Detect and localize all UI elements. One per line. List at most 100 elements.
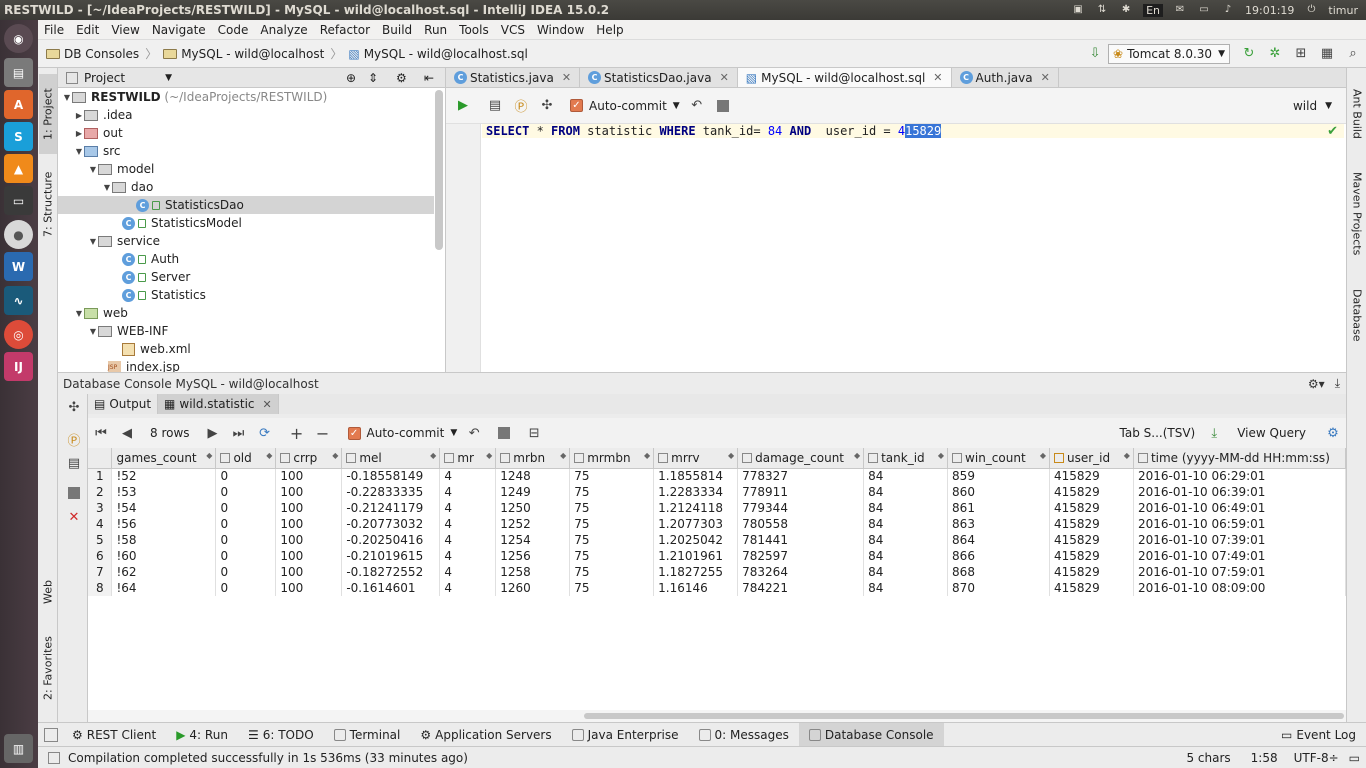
table-cell[interactable]: 781441 [737, 532, 865, 548]
breadcrumb-db-consoles[interactable]: DB Consoles [38, 47, 143, 61]
settings-icon[interactable]: ✣ [63, 396, 85, 418]
tree-node-server[interactable]: C Server [122, 268, 190, 286]
tool-tab-application-servers[interactable]: ⚙ Application Servers [410, 723, 561, 747]
tab-wild-statistic[interactable]: ▦ wild.statistic ✕ [158, 394, 279, 414]
table-cell[interactable]: 783264 [737, 564, 865, 580]
table-cell[interactable]: 0 [215, 468, 277, 484]
collapse-all-icon[interactable]: ⇕ [368, 71, 378, 85]
menu-edit[interactable]: Edit [70, 23, 105, 37]
stop-icon[interactable] [712, 95, 734, 117]
table-cell[interactable]: 1256 [495, 548, 571, 564]
table-cell[interactable]: 1.16146 [653, 580, 739, 596]
table-cell[interactable]: 778911 [737, 484, 865, 500]
table-cell[interactable]: 0 [215, 484, 277, 500]
table-cell[interactable]: !52 [111, 468, 217, 484]
table-cell[interactable]: 4 [439, 548, 497, 564]
execute-icon[interactable]: ▶ [452, 95, 474, 117]
network-icon[interactable]: ⇅ [1095, 4, 1109, 16]
column-header[interactable]: time (yyyy-MM-dd HH:mm:ss) [1133, 448, 1346, 469]
tree-node-statistics[interactable]: C Statistics [122, 286, 206, 304]
column-header[interactable]: mrbn ◆ [495, 448, 571, 469]
table-cell[interactable]: -0.20773032 [341, 516, 441, 532]
tree-node-dao[interactable]: ▼ dao [102, 178, 153, 196]
tree-node-model[interactable]: ▼ model [88, 160, 154, 178]
table-cell[interactable]: 2016-01-10 07:59:01 [1133, 564, 1346, 580]
column-header[interactable]: tank_id ◆ [863, 448, 949, 469]
table-cell[interactable]: 75 [569, 564, 655, 580]
menu-run[interactable]: Run [418, 23, 453, 37]
table-cell[interactable]: 1250 [495, 500, 571, 516]
breadcrumb-sql-file[interactable]: ▧ MySQL - wild@localhost.sql [344, 47, 532, 61]
table-cell[interactable]: 866 [947, 548, 1050, 564]
close-icon[interactable]: ✕ [1041, 71, 1050, 84]
menu-refactor[interactable]: Refactor [314, 23, 376, 37]
table-cell[interactable]: 4 [439, 564, 497, 580]
table-cell[interactable]: 0 [215, 548, 277, 564]
menu-view[interactable]: View [105, 23, 145, 37]
project-structure-icon[interactable]: ▦ [1316, 43, 1338, 65]
table-cell[interactable]: 1258 [495, 564, 571, 580]
sort-icon[interactable]: ◆ [644, 451, 653, 460]
files-icon[interactable]: ▤ [4, 58, 33, 87]
project-scrollbar[interactable] [435, 90, 443, 250]
table-cell[interactable]: 75 [569, 484, 655, 500]
toggle-tool-windows-icon[interactable] [44, 727, 58, 742]
table-cell[interactable]: 870 [947, 580, 1050, 596]
auto-commit-toggle[interactable]: ✓ Auto-commit ▼ [347, 426, 457, 440]
scrollbar-thumb[interactable] [584, 713, 1344, 719]
sort-icon[interactable]: ◆ [266, 451, 275, 460]
table-cell[interactable]: 84 [863, 548, 949, 564]
table-cell[interactable]: 868 [947, 564, 1050, 580]
table-cell[interactable]: 415829 [1049, 580, 1134, 596]
table-cell[interactable]: 1.2077303 [653, 516, 739, 532]
explain-plan-icon[interactable]: ▤ [484, 95, 506, 117]
table-cell[interactable]: 415829 [1049, 516, 1134, 532]
table-cell[interactable]: 4 [439, 468, 497, 484]
table-cell[interactable]: !54 [111, 500, 217, 516]
table-cell[interactable]: 4 [439, 516, 497, 532]
table-cell[interactable]: 782597 [737, 548, 865, 564]
tree-node-statisticsmodel[interactable]: C StatisticsModel [122, 214, 242, 232]
table-cell[interactable]: 859 [947, 468, 1050, 484]
breadcrumb-mysql-console[interactable]: MySQL - wild@localhost [159, 47, 328, 61]
export-format-selector[interactable]: Tab S...(TSV) [1120, 426, 1196, 440]
ddl-icon[interactable]: ⊟ [523, 422, 545, 444]
chevron-down-icon[interactable]: ▼ [165, 73, 172, 83]
table-row[interactable]: 8 !64 0 100 -0.1614601 4 1260 75 1.16146 784221 84… [88, 580, 1346, 596]
table-cell[interactable]: 415829 [1049, 484, 1134, 500]
vlc-icon[interactable]: ▲ [4, 154, 33, 183]
table-cell[interactable]: 2016-01-10 08:09:00 [1133, 580, 1346, 596]
dropbox-icon[interactable]: ▣ [1071, 4, 1085, 16]
table-cell[interactable]: 0 [215, 580, 277, 596]
gear-icon[interactable]: ⚙ [396, 71, 407, 85]
table-cell[interactable]: 415829 [1049, 500, 1134, 516]
grid-horizontal-scrollbar[interactable] [88, 710, 1346, 722]
tool-tab-favorites[interactable]: 2: Favorites [39, 628, 57, 708]
user-name[interactable]: timur [1328, 4, 1358, 17]
table-cell[interactable]: 100 [275, 484, 343, 500]
table-cell[interactable]: 75 [569, 468, 655, 484]
table-cell[interactable]: 780558 [737, 516, 865, 532]
table-cell[interactable]: !60 [111, 548, 217, 564]
auto-commit-toggle[interactable]: ✓ Auto-commit ▼ [570, 99, 680, 113]
table-cell[interactable]: -0.20250416 [341, 532, 441, 548]
tree-node-auth[interactable]: C Auth [122, 250, 179, 268]
sql-line[interactable]: SELECT * FROM statistic WHERE tank_id= 8… [482, 124, 1344, 138]
tab-statisticsdao-java[interactable]: C StatisticsDao.java ✕ [580, 68, 738, 87]
column-header[interactable]: win_count ◆ [947, 448, 1050, 469]
menu-tools[interactable]: Tools [453, 23, 495, 37]
sort-icon[interactable]: ◆ [938, 451, 947, 460]
make-project-icon[interactable]: ⇩ [1084, 43, 1106, 65]
gear-icon[interactable]: ⚙ [1322, 422, 1344, 444]
table-cell[interactable]: -0.18272552 [341, 564, 441, 580]
table-cell[interactable]: 784221 [737, 580, 865, 596]
table-cell[interactable]: 415829 [1049, 532, 1134, 548]
lock-icon[interactable]: ▭ [1349, 751, 1360, 765]
tab-statistics-java[interactable]: C Statistics.java ✕ [446, 68, 581, 87]
sort-icon[interactable]: ◆ [430, 451, 439, 460]
tree-node-src[interactable]: ▼ src [74, 142, 121, 160]
tool-tab-maven-projects[interactable]: Maven Projects [1348, 164, 1366, 264]
table-cell[interactable]: 415829 [1049, 468, 1134, 484]
table-cell[interactable]: 2016-01-10 06:39:01 [1133, 484, 1346, 500]
tool-tab-run[interactable]: ▶ 4: Run [166, 723, 238, 747]
